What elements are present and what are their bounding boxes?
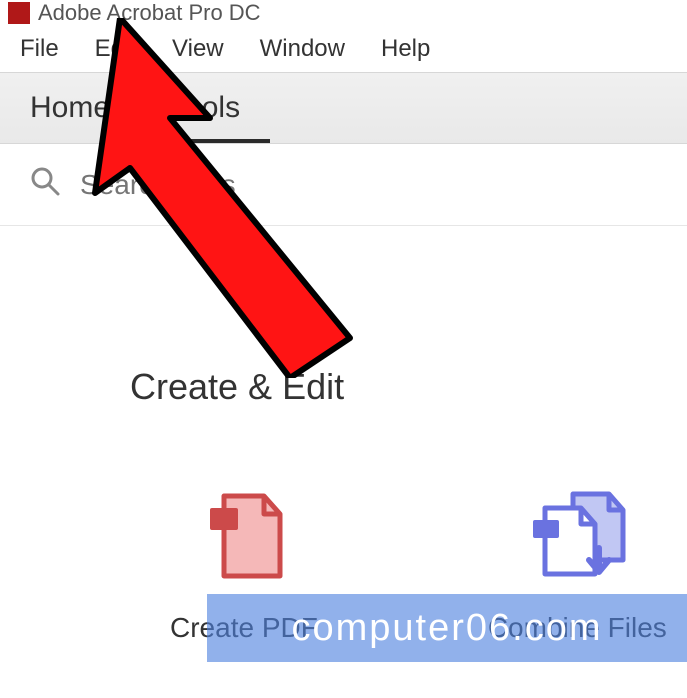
menubar: File Edit View Window Help xyxy=(0,26,687,72)
menu-window[interactable]: Window xyxy=(242,31,363,67)
menu-help[interactable]: Help xyxy=(363,31,448,67)
titlebar: Adobe Acrobat Pro DC xyxy=(0,0,687,26)
app-title: Adobe Acrobat Pro DC xyxy=(38,0,261,26)
tab-tools[interactable]: Tools xyxy=(140,75,270,143)
acrobat-logo-icon xyxy=(8,2,30,24)
menu-view[interactable]: View xyxy=(154,31,242,67)
combine-files-icon xyxy=(529,488,625,584)
create-pdf-icon xyxy=(196,488,292,584)
menu-edit[interactable]: Edit xyxy=(77,31,154,67)
watermark-overlay: computer06.com xyxy=(207,594,687,662)
search-input[interactable] xyxy=(80,169,480,201)
tab-home[interactable]: Home xyxy=(0,75,140,143)
section-title: Create & Edit xyxy=(0,226,687,408)
tabbar: Home Tools xyxy=(0,72,687,144)
search-icon xyxy=(30,166,60,203)
searchbar xyxy=(0,144,687,226)
menu-file[interactable]: File xyxy=(2,31,77,67)
